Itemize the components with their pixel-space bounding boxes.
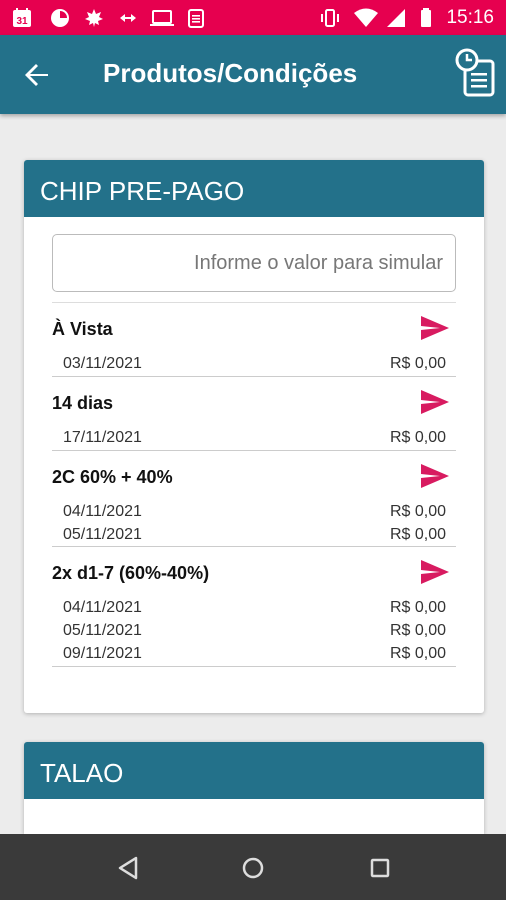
- installment-date: 04/11/2021: [63, 503, 142, 520]
- calendar-day: 31: [16, 16, 28, 27]
- simulation-value-input[interactable]: [52, 234, 456, 292]
- system-nav-bar: [0, 834, 506, 900]
- history-button[interactable]: [454, 47, 496, 99]
- condition-name: À Vista: [52, 319, 113, 339]
- installment-value: R$ 0,00: [389, 429, 446, 446]
- conditions-list: À Vista 03/11/2021 R$ 0,00 14 dias 17/11…: [52, 302, 456, 667]
- pie-icon: [50, 8, 70, 28]
- recents-square-icon[interactable]: [366, 854, 394, 882]
- status-time: 15:16: [446, 7, 494, 28]
- send-icon[interactable]: [420, 315, 450, 341]
- installment-value: R$ 0,00: [389, 599, 446, 616]
- condition-item[interactable]: À Vista 03/11/2021 R$ 0,00: [52, 303, 456, 377]
- installment-row: 05/11/2021 R$ 0,00: [52, 526, 456, 549]
- installment-date: 05/11/2021: [63, 526, 142, 543]
- calendar-icon: 31: [12, 8, 32, 28]
- installment-date: 04/11/2021: [63, 599, 142, 616]
- signal-icon: [386, 8, 406, 28]
- installment-value: R$ 0,00: [389, 622, 446, 639]
- home-circle-icon[interactable]: [239, 854, 267, 882]
- history-document-icon: [455, 48, 495, 97]
- arrows-icon: [118, 8, 138, 28]
- installment-date: 17/11/2021: [63, 429, 142, 446]
- installment-row: 04/11/2021 R$ 0,00: [52, 503, 456, 526]
- clipboard-icon: [186, 8, 206, 28]
- installment-value: R$ 0,00: [389, 503, 446, 520]
- installment-value: R$ 0,00: [389, 355, 446, 372]
- send-icon[interactable]: [420, 463, 450, 489]
- condition-name: 14 dias: [52, 393, 114, 413]
- back-triangle-icon[interactable]: [114, 854, 142, 882]
- back-button[interactable]: [20, 57, 56, 93]
- installment-row: 09/11/2021 R$ 0,00: [52, 645, 456, 668]
- installment-date: 05/11/2021: [63, 622, 142, 639]
- installment-row: 17/11/2021 R$ 0,00: [52, 429, 456, 452]
- installment-date: 09/11/2021: [63, 645, 142, 662]
- product-title: CHIP PRE-PAGO: [24, 160, 484, 217]
- wifi-icon: [354, 8, 378, 28]
- product-card: CHIP PRE-PAGO À Vista 03/11/2021 R$ 0,00…: [24, 160, 484, 713]
- vibrate-icon: [320, 8, 340, 28]
- condition-name: 2C 60% + 40%: [52, 467, 173, 487]
- battery-icon: [420, 8, 432, 28]
- maple-leaf-icon: [84, 8, 104, 28]
- installment-date: 03/11/2021: [63, 355, 142, 372]
- installment-value: R$ 0,00: [389, 526, 446, 543]
- page-title: Produtos/Condições: [103, 58, 358, 88]
- arrow-left-icon: [25, 64, 48, 86]
- condition-item[interactable]: 2x d1-7 (60%-40%) 04/11/2021 R$ 0,00 05/…: [52, 547, 456, 667]
- status-bar: 31 15:16: [0, 0, 506, 35]
- installment-row: 03/11/2021 R$ 0,00: [52, 355, 456, 378]
- condition-name: 2x d1-7 (60%-40%): [52, 563, 210, 583]
- laptop-icon: [150, 8, 174, 28]
- app-bar: Produtos/Condições: [0, 35, 506, 114]
- product-card: TALAO: [24, 742, 484, 834]
- installment-row: 04/11/2021 R$ 0,00: [52, 599, 456, 622]
- send-icon[interactable]: [420, 389, 450, 415]
- installment-value: R$ 0,00: [389, 645, 446, 662]
- installment-row: 05/11/2021 R$ 0,00: [52, 622, 456, 645]
- condition-item[interactable]: 2C 60% + 40% 04/11/2021 R$ 0,00 05/11/20…: [52, 451, 456, 547]
- product-title: TALAO: [24, 742, 484, 799]
- condition-item[interactable]: 14 dias 17/11/2021 R$ 0,00: [52, 377, 456, 451]
- send-icon[interactable]: [420, 559, 450, 585]
